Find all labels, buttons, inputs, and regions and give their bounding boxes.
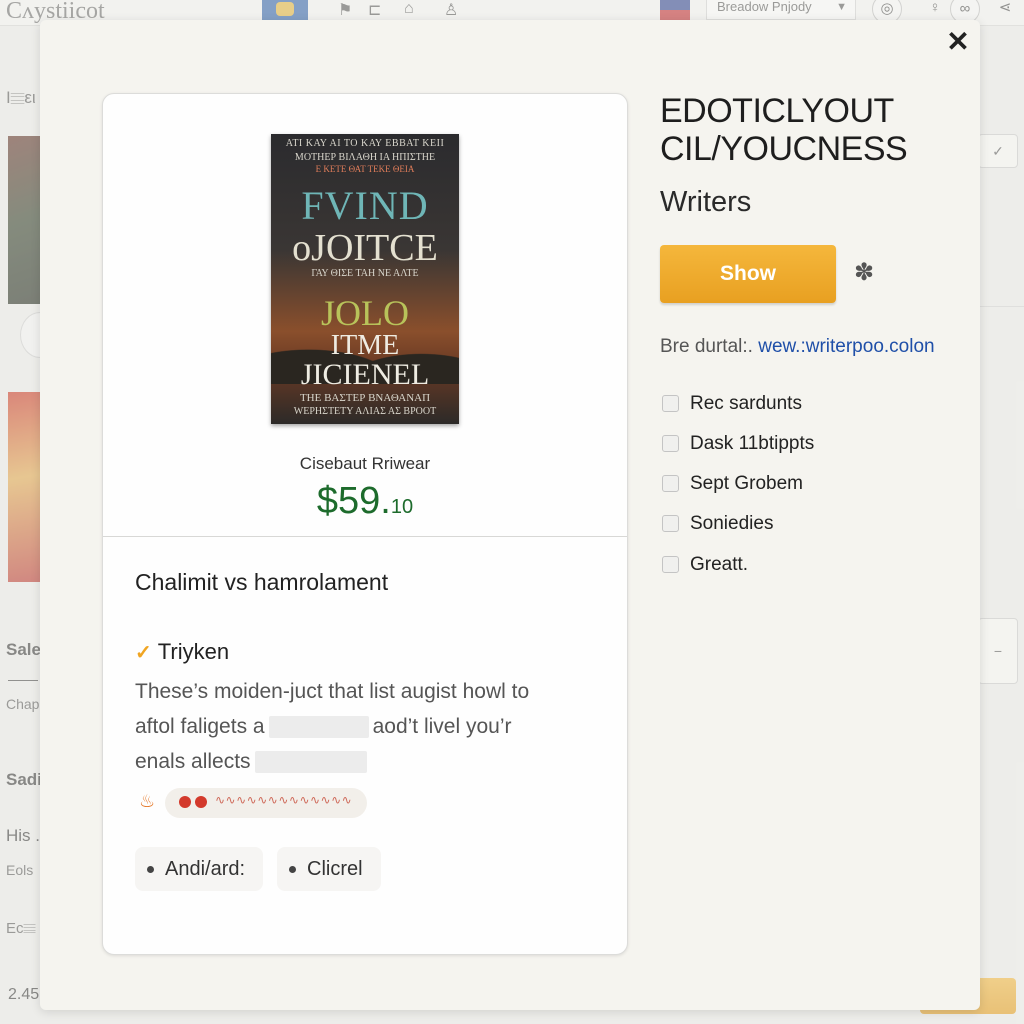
option-label: Greatt. <box>690 554 749 575</box>
fire-icon: ♨ <box>139 791 156 811</box>
option-label: Soniedies <box>690 513 774 534</box>
checkbox[interactable] <box>662 435 679 452</box>
description-line: These’s moiden-juct that list augist how… <box>135 680 530 703</box>
close-icon[interactable]: ✕ <box>945 28 971 56</box>
price: $59.10 <box>103 480 627 523</box>
tag-pill[interactable]: ∿∿∿∿∿∿∿∿∿∿∿∿∿ <box>165 788 367 818</box>
description-line: aftol faligets a aod’t livel you’r <box>135 715 512 739</box>
option-label: Sept Grobem <box>690 473 803 494</box>
checkbox[interactable] <box>662 556 679 573</box>
tag-dot-icon <box>195 796 207 808</box>
cover-text: Ε ΚΕΤΕ ΘΑΤ ΤΕΚΕ ΘΕΙΑ <box>315 164 415 174</box>
feature-label: Triyken <box>157 639 230 664</box>
checkbox[interactable] <box>662 475 679 492</box>
tag-dot-icon <box>179 796 191 808</box>
product-card: ΑΤΙ ΚΑΥ ΑΙ ΤΟ ΚΑΥ ΕΒΒΑΤ ΚΕΙΙ ΜΟΤΗΕΡ ΒΙΛΑ… <box>102 93 628 955</box>
cover-text: ΤΗΕ ΒΑΣΤΕΡ ΒΝΑΘΑΝΑΠ <box>299 392 431 404</box>
check-icon: ✓ <box>135 642 152 664</box>
card-divider <box>103 536 627 537</box>
description-text: aod’t livel you’r <box>372 715 512 738</box>
redacted-text <box>268 716 369 739</box>
cover-title: oJOITCE <box>292 227 438 269</box>
cover-text: WΕΡΗΣΤΕΤΥ ΑΛΙΑΣ ΑΣ ΒΡΟΟΤ <box>293 406 437 417</box>
price-cents: 10 <box>390 496 414 518</box>
cover-title: JOLO <box>321 293 409 333</box>
book-cover-image[interactable]: ΑΤΙ ΚΑΥ ΑΙ ΤΟ ΚΑΥ ΕΒΒΑΤ ΚΕΙΙ ΜΟΤΗΕΡ ΒΙΛΑ… <box>271 134 459 424</box>
cover-text: ΓΑΥ ΘΙΣΕ ΤΑΗ ΝΕ ΑΛΤΕ <box>311 268 419 279</box>
option-soniedies[interactable]: Soniedies <box>660 512 773 536</box>
chip-clicrel[interactable]: Clicrel <box>277 847 381 891</box>
option-rec-sardunts[interactable]: Rec sardunts <box>660 392 802 416</box>
option-greatt[interactable]: Greatt. <box>660 553 748 577</box>
product-subheading: Writers <box>660 186 752 218</box>
product-heading-line2: CIL/YOUCNESS <box>660 130 908 168</box>
option-sept-grobem[interactable]: Sept Grobem <box>660 472 803 496</box>
show-button[interactable]: Show <box>660 245 836 303</box>
feature-check-row: ✓ Triyken <box>135 639 229 665</box>
tag-text: ∿∿∿∿∿∿∿∿∿∿∿∿∿ <box>215 793 353 807</box>
option-dask[interactable]: Dask 11btippts <box>660 432 814 456</box>
product-heading-line1: EDOTICLYOUT <box>660 92 894 130</box>
price-main: $59. <box>316 480 391 522</box>
redacted-text <box>254 751 367 774</box>
description-text: enals allects <box>135 750 251 773</box>
cover-text: ΑΤΙ ΚΑΥ ΑΙ ΤΟ ΚΑΥ ΕΒΒΑΤ ΚΕΙΙ <box>285 138 445 149</box>
url-line: Bre durtal:. wew.:writerpoo.colon <box>660 336 935 358</box>
chip-andiard[interactable]: Andi/ard: <box>135 847 263 891</box>
url-label: Bre durtal:. <box>660 336 753 357</box>
checkbox[interactable] <box>662 515 679 532</box>
description-line: enals allects <box>135 750 371 774</box>
option-label: Dask 11btippts <box>690 433 815 454</box>
gear-icon[interactable]: ✽ <box>850 259 878 287</box>
author-name: Cisebaut Rriwear <box>299 454 431 473</box>
checkbox[interactable] <box>662 395 679 412</box>
url-link[interactable]: wew.:writerpoo.colon <box>758 336 934 357</box>
option-label: Rec sardunts <box>690 393 802 414</box>
section-title: Chalimit vs hamrolament <box>135 569 389 595</box>
cover-title: JICIENEL <box>300 358 430 391</box>
cover-title: FVIND <box>301 183 429 228</box>
description-text: aftol faligets a <box>135 715 265 738</box>
cover-text: ΜΟΤΗΕΡ ΒΙΛΑΘΗ ΙΑ ΗΠΙΣΤΗΕ <box>294 152 436 163</box>
